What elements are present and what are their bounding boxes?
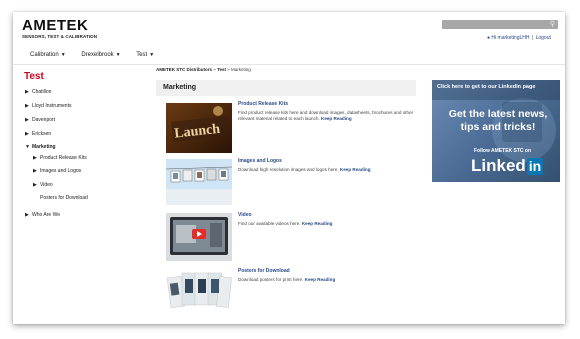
caret-right-icon: ▶: [33, 182, 37, 188]
keep-reading-link[interactable]: Keep Reading: [305, 277, 336, 282]
sidebar-item-davenport[interactable]: ▶ Davenport: [25, 117, 55, 123]
user-bar: ● Hi marketingLHH | Logout: [487, 35, 551, 41]
nav-item-drexelbrook[interactable]: Drexelbrook ▼: [81, 52, 120, 58]
entry-title-posters[interactable]: Posters for Download: [238, 268, 290, 274]
entry-desc-text: Download posters for print here.: [238, 277, 304, 282]
nav-divider: [13, 64, 565, 65]
breadcrumb-link-distributors[interactable]: AMETEK STC Distributors: [156, 67, 212, 72]
entry-title-images[interactable]: Images and Logos: [238, 158, 282, 164]
caret-right-icon: ▶: [33, 155, 37, 161]
caret-right-icon: ▶: [25, 117, 29, 123]
nav-item-test[interactable]: Test ▼: [136, 52, 154, 58]
entry-desc-images: Download high resolution images and logo…: [238, 167, 428, 173]
chevron-down-icon: ▼: [115, 52, 121, 58]
sidebar-subitem-label: Images and Logos: [40, 168, 82, 174]
sidebar-title: Test: [24, 71, 44, 82]
logo-subtitle: SENSORS, TEST & CALIBRATION: [22, 34, 98, 39]
nav-label: Calibration: [30, 52, 59, 58]
caret-right-icon: ▶: [33, 168, 37, 174]
launch-thumbnail[interactable]: Launch: [166, 103, 232, 153]
breadcrumb: AMETEK STC Distributors » Test » Marketi…: [156, 67, 251, 72]
images-thumbnail[interactable]: [166, 159, 232, 205]
chevron-down-icon: ▼: [149, 52, 155, 58]
search-input[interactable]: ⚲: [442, 20, 558, 29]
ametek-logo[interactable]: AMETEK SENSORS, TEST & CALIBRATION: [22, 17, 98, 39]
nav-item-calibration[interactable]: Calibration ▼: [30, 52, 66, 58]
linkedin-logo: Linked in: [471, 156, 544, 176]
sidebar-item-label: Marketing: [32, 144, 56, 150]
sidebar-item-label: Who Are We: [32, 212, 60, 218]
sidebar-item-label: Ericksen: [32, 131, 52, 137]
sidebar-subitem-label: Video: [40, 182, 53, 188]
linkedin-logo-text: Linked: [471, 156, 526, 175]
banner-follow-text: Follow AMETEK STC on: [474, 148, 532, 154]
browser-page: AMETEK SENSORS, TEST & CALIBRATION ⚲ ● H…: [13, 12, 565, 324]
caret-right-icon: ▶: [25, 212, 29, 218]
sidebar-item-ericksen[interactable]: ▶ Ericksen: [25, 131, 51, 137]
user-greeting-link[interactable]: Hi marketingLHH: [491, 35, 529, 41]
banner-headline: Get the latest news, tips and tricks!: [448, 108, 548, 133]
keep-reading-link[interactable]: Keep Reading: [302, 221, 333, 226]
posters-thumbnail[interactable]: [166, 267, 232, 317]
entry-desc-release-kits: Find product release kits here and downl…: [238, 110, 428, 122]
search-icon[interactable]: ⚲: [550, 20, 555, 29]
linkedin-in-icon: in: [526, 158, 544, 175]
linkedin-banner[interactable]: Click here to get to our LinkedIn page G…: [432, 80, 560, 182]
logo-text: AMETEK: [22, 17, 89, 34]
keep-reading-link[interactable]: Keep Reading: [321, 116, 352, 121]
video-thumbnail[interactable]: [166, 213, 232, 261]
sidebar-item-chatillon[interactable]: ▶ Chatillon: [25, 89, 51, 95]
nav-label: Test: [136, 52, 148, 58]
entry-desc-text: Download high resolution images and logo…: [238, 167, 339, 172]
sidebar-item-label: Davenport: [32, 117, 56, 123]
sidebar-item-who-are-we[interactable]: ▶ Who Are We: [25, 212, 60, 218]
sidebar-item-lloyd[interactable]: ▶ Lloyd Instruments: [25, 103, 71, 109]
sidebar-subitem-video[interactable]: ▶ Video: [33, 182, 53, 188]
caret-right-icon: ▶: [25, 103, 29, 109]
breadcrumb-separator: »: [227, 67, 230, 72]
entry-title-video[interactable]: Video: [238, 212, 252, 218]
breadcrumb-separator: »: [213, 67, 216, 72]
marketing-panel-header: Marketing: [156, 80, 416, 96]
nav-label: Drexelbrook: [81, 52, 114, 58]
caret-right-icon: ▶: [25, 89, 29, 95]
caret-right-icon: ▶: [25, 131, 29, 137]
caret-down-icon: ▼: [25, 144, 30, 150]
sidebar-subitem-label: Product Release Kits: [40, 155, 87, 161]
sidebar-subitem-release-kits[interactable]: ▶ Product Release Kits: [33, 155, 87, 161]
entry-desc-video: Find our available videos here. Keep Rea…: [238, 221, 428, 227]
user-icon: ●: [487, 35, 491, 41]
sidebar-subitem-label: Posters for Download: [40, 195, 88, 201]
keep-reading-link[interactable]: Keep Reading: [340, 167, 371, 172]
entry-desc-posters: Download posters for print here. Keep Re…: [238, 277, 428, 283]
entry-title-release-kits[interactable]: Product Release Kits: [238, 101, 288, 107]
sidebar-subitem-posters[interactable]: Posters for Download: [40, 195, 88, 201]
panel-title: Marketing: [163, 84, 197, 91]
sidebar-item-marketing[interactable]: ▼ Marketing: [25, 144, 56, 150]
main-nav: Calibration ▼ Drexelbrook ▼ Test ▼: [30, 52, 168, 58]
sidebar-item-label: Chatillon: [32, 89, 52, 95]
breadcrumb-link-test[interactable]: Test: [217, 67, 226, 72]
sidebar-item-label: Lloyd Instruments: [32, 103, 72, 109]
banner-top-text: Click here to get to our LinkedIn page: [437, 84, 536, 90]
chevron-down-icon: ▼: [60, 52, 66, 58]
logout-link[interactable]: Logout: [536, 35, 551, 41]
breadcrumb-current: Marketing: [231, 67, 251, 72]
entry-desc-text: Find our available videos here.: [238, 221, 301, 226]
sidebar-subitem-images[interactable]: ▶ Images and Logos: [33, 168, 81, 174]
